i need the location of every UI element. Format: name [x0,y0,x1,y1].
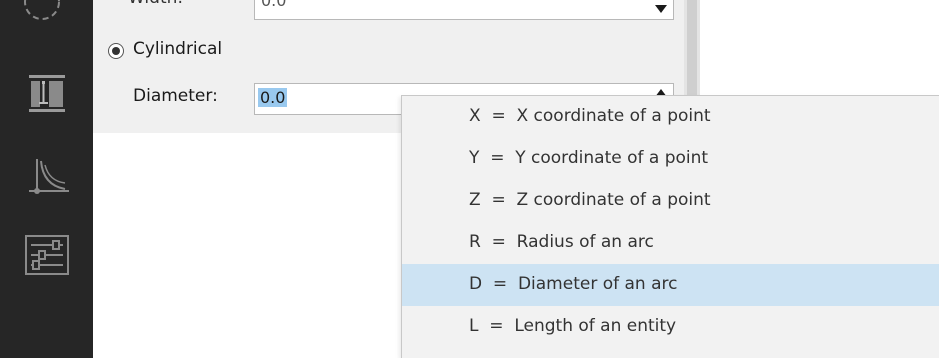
height-icon[interactable] [27,73,67,117]
dropdown-item-label: L = Length of an entity [469,316,677,336]
variable-dropdown: X = X coordinate of a point Y = Y coordi… [401,95,939,358]
chevron-down-icon[interactable] [655,5,667,13]
dropdown-item-label: D = Diameter of an arc [469,274,678,294]
dropdown-item-label: X = X coordinate of a point [469,106,711,126]
left-toolbar [0,0,93,358]
dropdown-item-l[interactable]: L = Length of an entity [402,306,939,348]
width-value[interactable]: 0.0 [261,0,286,10]
sphere-icon[interactable] [20,0,64,24]
dropdown-item-label: R = Radius of an arc [469,232,654,252]
dropdown-item-x[interactable]: X = X coordinate of a point [402,96,939,138]
scrollbar-thumb[interactable] [687,0,697,110]
radio-dot [112,47,120,55]
curve-graph-icon[interactable] [25,155,71,201]
cylindrical-radio-label[interactable]: Cylindrical [133,39,222,59]
cylindrical-radio[interactable] [108,43,124,59]
dropdown-item-d[interactable]: D = Diameter of an arc [402,264,939,306]
diameter-value[interactable]: 0.0 [258,88,288,107]
settings-panel-icon[interactable] [25,235,69,275]
dropdown-item-r[interactable]: R = Radius of an arc [402,222,939,264]
dropdown-item-label: Y = Y coordinate of a point [469,148,709,168]
dropdown-item-y[interactable]: Y = Y coordinate of a point [402,138,939,180]
width-input[interactable]: 0.0 [254,0,674,20]
width-label: Width: [128,0,183,8]
dropdown-item-label: Z = Z coordinate of a point [469,190,711,210]
diameter-label: Diameter: [133,86,218,106]
dropdown-item-z[interactable]: Z = Z coordinate of a point [402,180,939,222]
